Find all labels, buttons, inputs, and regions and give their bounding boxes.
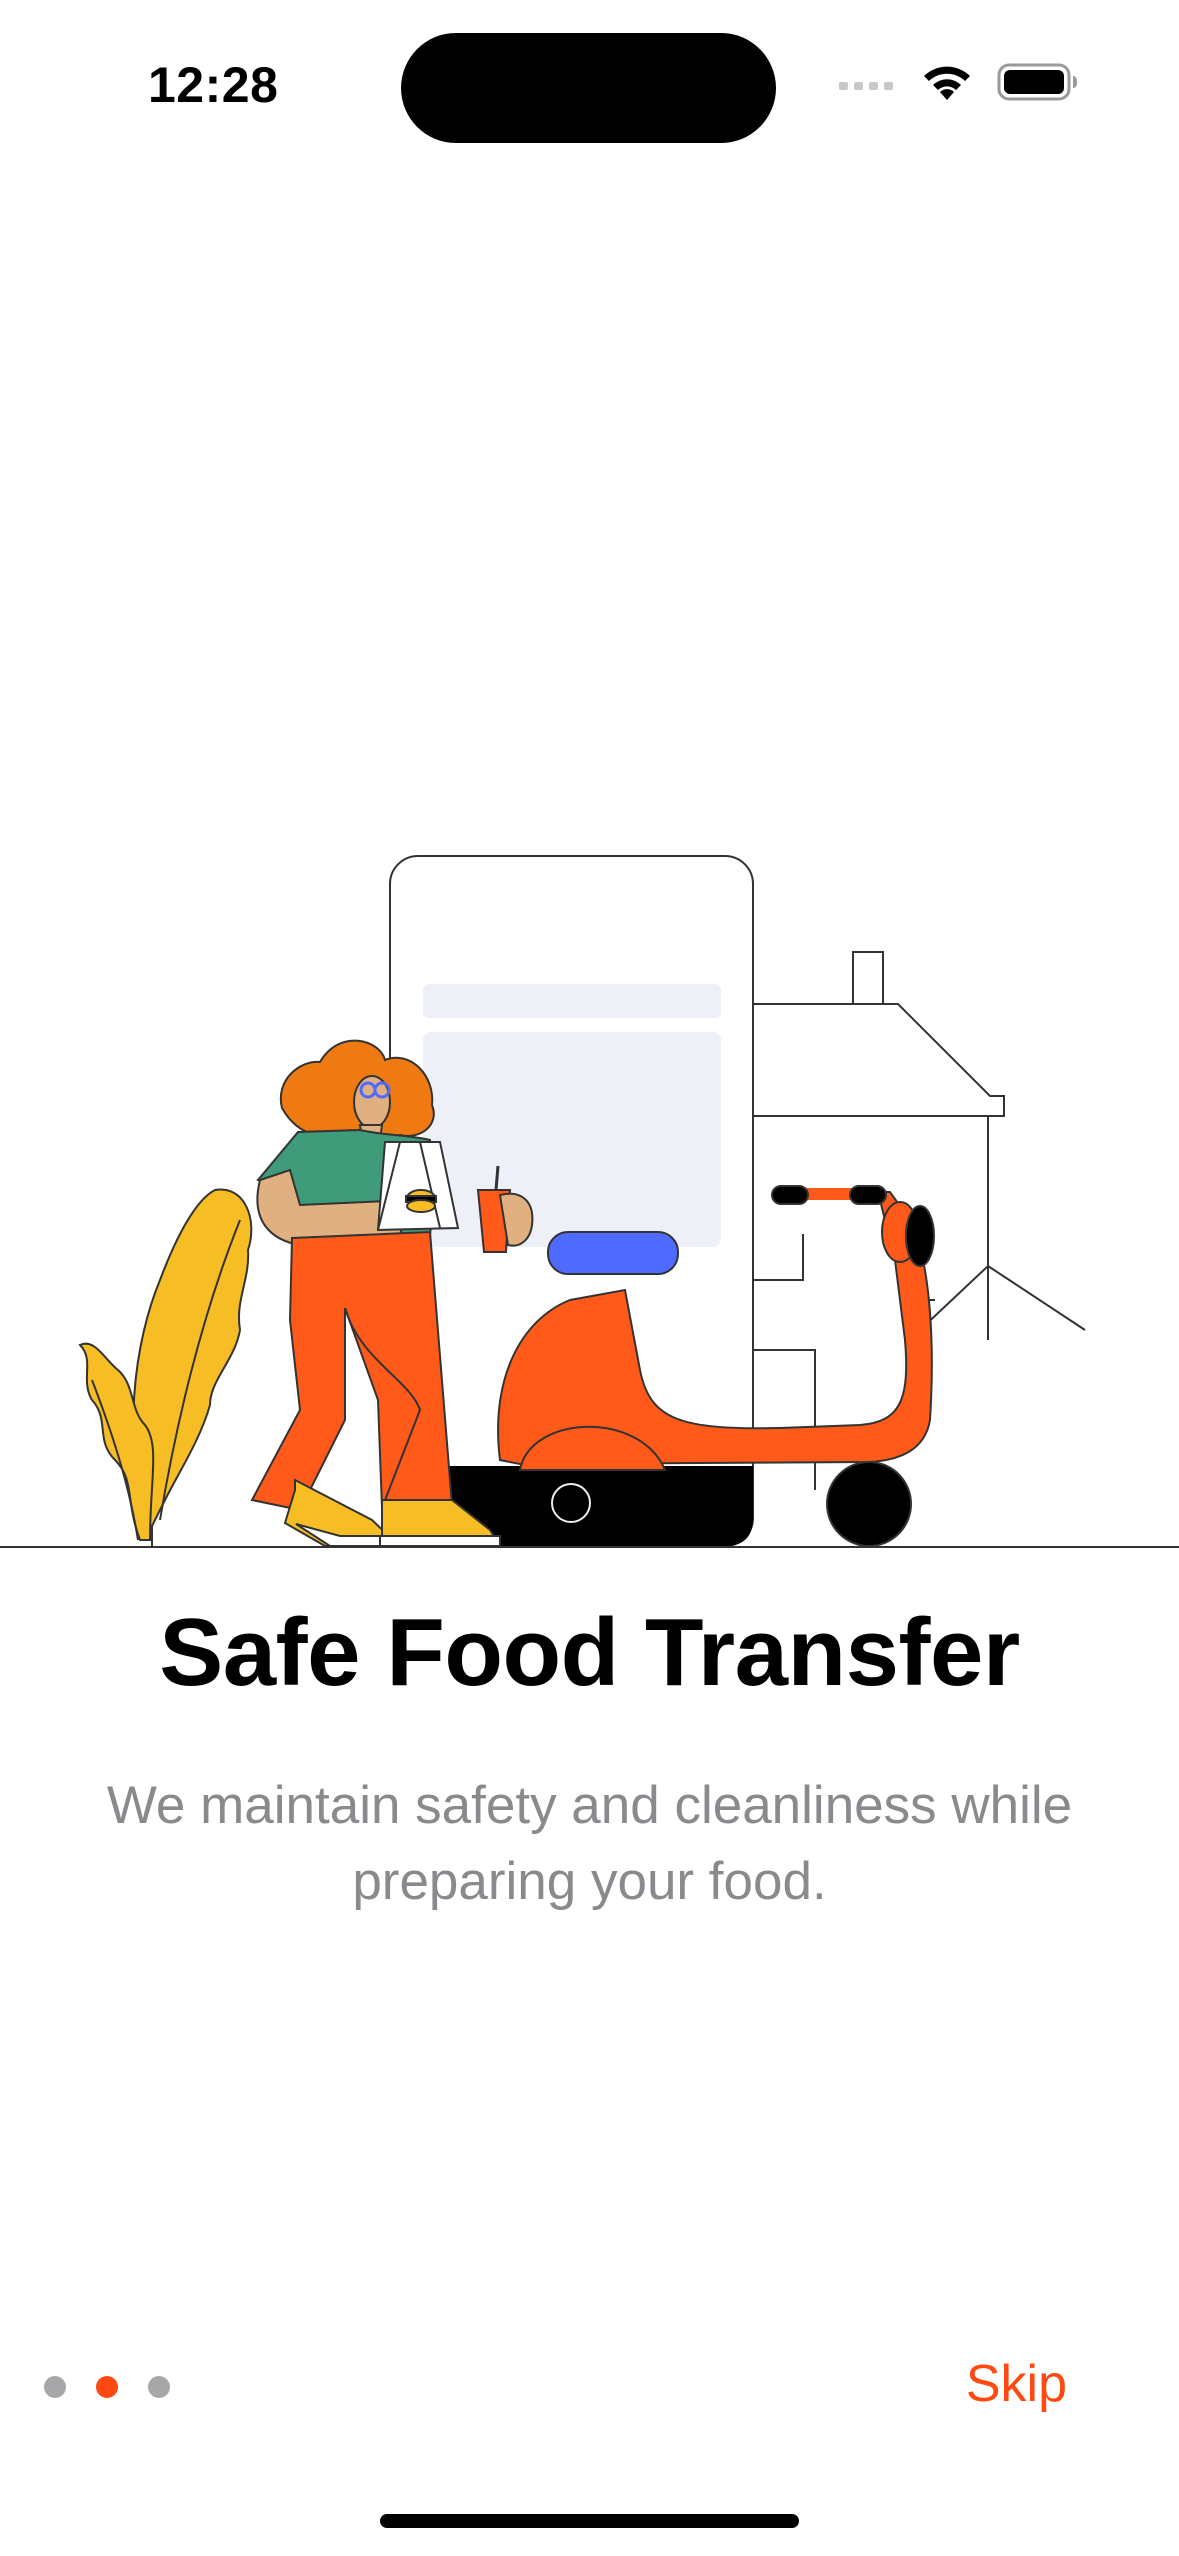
home-indicator <box>380 2514 799 2528</box>
onboarding-subtitle: We maintain safety and cleanliness while… <box>106 1776 1073 1911</box>
page-dot-1[interactable] <box>44 2376 66 2398</box>
cellular-signal-icon <box>839 82 893 90</box>
battery-icon <box>997 63 1077 101</box>
page-dot-2-active[interactable] <box>96 2376 118 2398</box>
dynamic-island <box>401 33 776 143</box>
skip-button[interactable]: Skip <box>966 2354 1067 2414</box>
page-indicator[interactable] <box>44 2376 170 2398</box>
delivery-illustration <box>0 855 1179 1548</box>
onboarding-title: Safe Food Transfer <box>159 1599 1020 1706</box>
status-time: 12:28 <box>148 57 279 113</box>
status-icons <box>837 62 1079 102</box>
page-dot-3[interactable] <box>148 2376 170 2398</box>
onboarding-screen: 12:28 Safe Food Transfer We maintain saf… <box>0 0 1179 2556</box>
wifi-icon <box>924 66 970 100</box>
